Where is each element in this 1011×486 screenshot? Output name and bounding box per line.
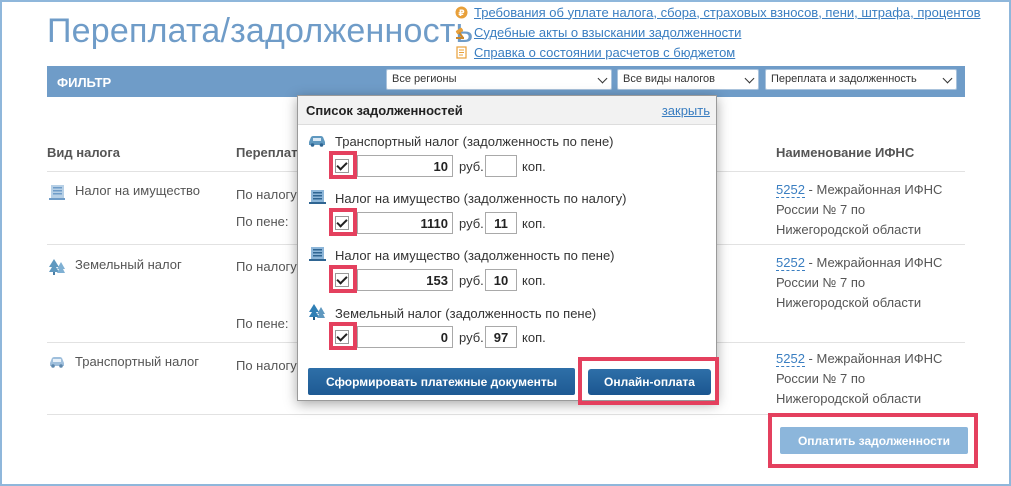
debt-item-title: Транспортный налог (задолженность по пен… <box>335 134 614 149</box>
debt-item-title: Налог на имущество (задолженность по пен… <box>335 248 615 263</box>
popup-close-link[interactable]: закрыть <box>662 103 710 118</box>
building-icon <box>49 185 65 200</box>
row-label-by-tax: По налогу: <box>236 187 301 202</box>
tax-type-select-value: Все виды налогов <box>623 73 715 85</box>
debt-item-checkbox[interactable] <box>335 159 349 173</box>
debt-item-checkbox[interactable] <box>335 216 349 230</box>
kop-unit: коп. <box>522 273 546 288</box>
pay-debts-button[interactable]: Оплатить задолженности <box>780 427 968 454</box>
top-link-certificate[interactable]: Справка о состоянии расчетов с бюджетом <box>455 42 981 62</box>
debts-popup: Список задолженностей закрыть Транспортн… <box>297 95 717 401</box>
debt-item-kop-input[interactable]: 97 <box>485 326 517 348</box>
kop-unit: коп. <box>522 216 546 231</box>
ifns-code-link[interactable]: 5252 <box>776 351 805 367</box>
car-icon <box>50 357 64 368</box>
chevron-down-icon <box>942 73 953 84</box>
page-title: Переплата/задолженность <box>47 12 474 50</box>
ifns-code-link[interactable]: 5252 <box>776 255 805 271</box>
chevron-down-icon <box>597 73 608 84</box>
top-link-label[interactable]: Требования об уплате налога, сбора, стра… <box>474 5 981 20</box>
debt-item-checkbox[interactable] <box>335 330 349 344</box>
row-tax-name: Земельный налог <box>75 257 182 272</box>
rub-unit: руб. <box>459 273 484 288</box>
popup-header: Список задолженностей закрыть <box>298 96 716 125</box>
row-ifns: 5252 - Межрайонная ИФНС России № 7 по Ни… <box>776 349 956 409</box>
ifns-code-link[interactable]: 5252 <box>776 182 805 198</box>
row-label-by-tax: По налогу: <box>236 259 301 274</box>
top-link-label[interactable]: Судебные акты о взыскании задолженности <box>474 25 741 40</box>
row-label-by-penalty: По пене: <box>236 214 289 229</box>
debt-item-kop-input[interactable] <box>485 155 517 177</box>
svg-text:₽: ₽ <box>458 9 464 19</box>
debt-item-kop-input[interactable]: 11 <box>485 212 517 234</box>
gavel-icon <box>455 27 465 39</box>
debt-item-rub-input[interactable]: 0 <box>357 326 453 348</box>
rub-unit: руб. <box>459 216 484 231</box>
debt-item-checkbox[interactable] <box>335 273 349 287</box>
rub-unit: руб. <box>459 159 484 174</box>
ruble-coin-icon: ₽ <box>455 6 468 19</box>
row-ifns: 5252 - Межрайонная ИФНС России № 7 по Ни… <box>776 180 956 240</box>
column-header-tax-type: Вид налога <box>47 145 120 160</box>
filter-bar: ФИЛЬТР Все регионы Все виды налогов Пере… <box>47 66 965 97</box>
row-tax-name: Налог на имущество <box>75 183 201 198</box>
online-payment-button[interactable]: Онлайн-оплата <box>588 369 711 395</box>
trees-icon <box>49 259 65 275</box>
debt-item-kop-input[interactable]: 10 <box>485 269 517 291</box>
chevron-down-icon <box>744 73 755 84</box>
status-select-value: Переплата и задолженность <box>771 73 917 85</box>
region-select[interactable]: Все регионы <box>386 69 612 90</box>
debt-item-title: Земельный налог (задолженность по пене) <box>335 306 597 321</box>
popup-title: Список задолженностей <box>306 103 463 118</box>
debt-item-rub-input[interactable]: 1110 <box>357 212 453 234</box>
kop-unit: коп. <box>522 330 546 345</box>
column-header-overpay: Переплата <box>236 145 305 160</box>
debt-item-rub-input[interactable]: 10 <box>357 155 453 177</box>
row-tax-name: Транспортный налог <box>75 354 200 369</box>
row-divider <box>47 414 965 415</box>
building-icon <box>309 190 326 204</box>
status-select[interactable]: Переплата и задолженность <box>765 69 957 90</box>
row-label-by-tax: По налогу: <box>236 358 301 373</box>
debt-item-title: Налог на имущество (задолженность по нал… <box>335 191 627 206</box>
top-link-court-acts[interactable]: Судебные акты о взыскании задолженности <box>455 22 981 42</box>
building-icon <box>309 247 326 261</box>
car-icon <box>309 136 325 147</box>
region-select-value: Все регионы <box>392 73 457 85</box>
rub-unit: руб. <box>459 330 484 345</box>
filter-label: ФИЛЬТР <box>57 75 112 90</box>
row-label-by-penalty: По пене: <box>236 316 289 331</box>
column-header-ifns: Наименование ИФНС <box>776 145 915 160</box>
document-icon <box>456 45 467 59</box>
top-link-label[interactable]: Справка о состоянии расчетов с бюджетом <box>474 45 735 60</box>
top-link-requirements[interactable]: ₽ Требования об уплате налога, сбора, ст… <box>455 2 981 22</box>
trees-icon <box>309 304 325 320</box>
debt-item-rub-input[interactable]: 153 <box>357 269 453 291</box>
tax-type-select[interactable]: Все виды налогов <box>617 69 759 90</box>
kop-unit: коп. <box>522 159 546 174</box>
top-links: ₽ Требования об уплате налога, сбора, ст… <box>455 2 981 62</box>
generate-payment-documents-button[interactable]: Сформировать платежные документы <box>308 368 575 395</box>
row-ifns: 5252 - Межрайонная ИФНС России № 7 по Ни… <box>776 253 956 313</box>
